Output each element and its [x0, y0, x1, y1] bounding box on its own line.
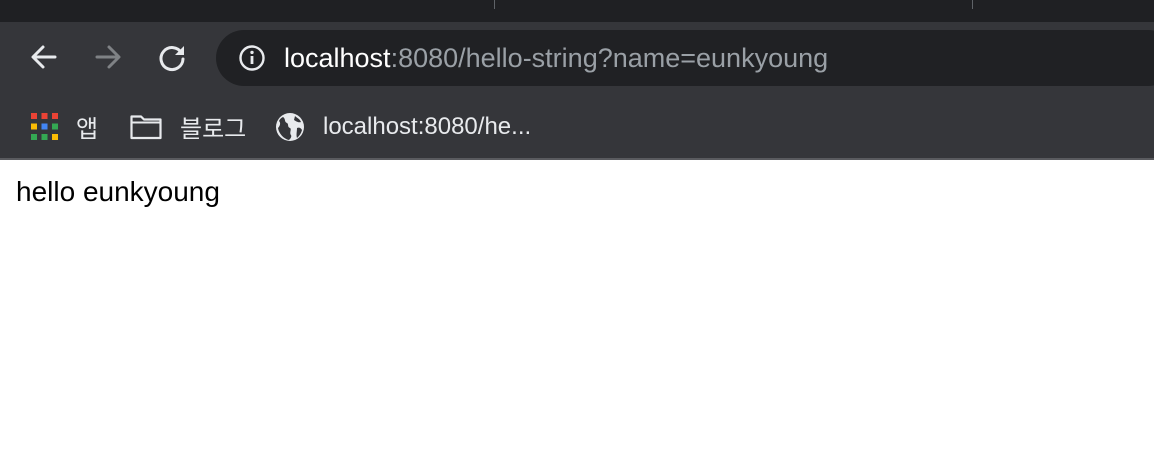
bookmarks-bar: 앱 블로그 localhost:8080/he...	[0, 95, 1154, 160]
url-path: :8080/hello-string?name=eunkyoung	[390, 43, 829, 73]
apps-grid-icon	[31, 113, 58, 140]
url-host: localhost	[284, 43, 391, 73]
address-bar[interactable]: localhost:8080/hello-string?name=eunkyou…	[216, 30, 1154, 86]
globe-icon	[275, 112, 305, 142]
arrow-left-icon	[31, 45, 57, 69]
info-icon[interactable]	[238, 44, 266, 72]
bookmark-label: 블로그	[180, 116, 247, 143]
bookmark-folder-blog[interactable]: 블로그	[130, 95, 246, 158]
bookmark-localhost[interactable]: localhost:8080/he...	[275, 95, 531, 158]
bookmark-label: localhost:8080/he...	[323, 112, 532, 140]
forward-button[interactable]	[90, 39, 126, 75]
bookmark-label: 앱	[76, 116, 99, 143]
url-text[interactable]: localhost:8080/hello-string?name=eunkyou…	[284, 30, 828, 86]
tab-separator	[494, 0, 495, 9]
reload-icon	[159, 46, 185, 72]
browser-toolbar: localhost:8080/hello-string?name=eunkyou…	[0, 22, 1154, 95]
folder-icon	[130, 113, 162, 140]
arrow-right-icon	[95, 45, 121, 69]
tab-strip	[0, 0, 1154, 22]
back-button[interactable]	[26, 39, 62, 75]
reload-button[interactable]	[154, 39, 190, 75]
tab-separator	[972, 0, 973, 9]
page-body-text: hello eunkyoung	[16, 176, 220, 207]
bookmark-apps[interactable]: 앱	[31, 95, 98, 158]
